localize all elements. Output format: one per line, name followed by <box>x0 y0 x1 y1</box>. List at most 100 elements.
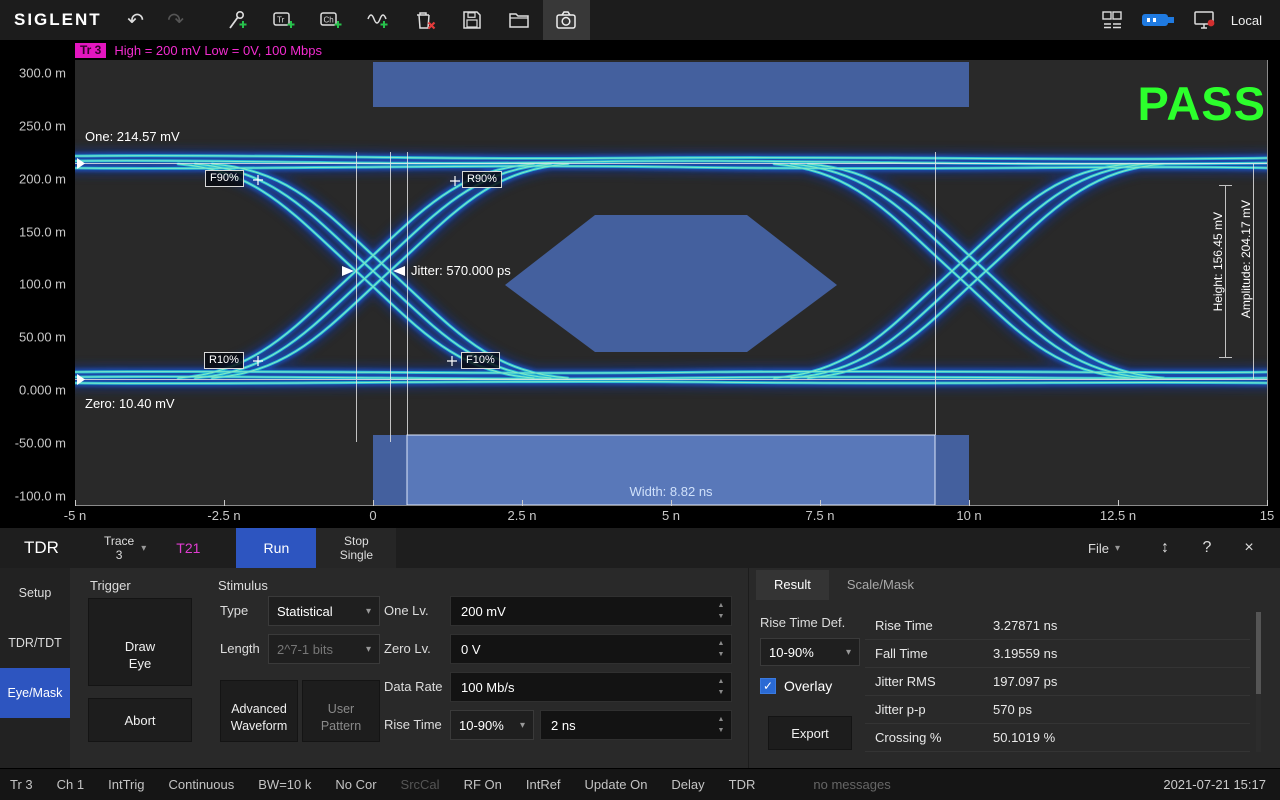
status-mode: TDR <box>729 777 756 792</box>
y-axis-tick: -50.00 m <box>0 436 66 451</box>
chevron-down-icon: ▾ <box>520 720 525 731</box>
close-icon[interactable]: × <box>1228 528 1270 568</box>
display-layout-icon[interactable] <box>1089 0 1135 40</box>
results-scrollbar[interactable] <box>1256 612 1261 752</box>
svg-text:Tr: Tr <box>277 16 285 25</box>
status-message: no messages <box>813 777 890 792</box>
chevron-down-icon: ▾ <box>141 543 146 554</box>
status-delay: Delay <box>671 777 704 792</box>
mask-hexagon <box>505 215 837 352</box>
add-trace-icon[interactable]: Tr <box>261 0 308 40</box>
rise-time-def-select[interactable]: 10-90% ▾ <box>450 710 534 740</box>
length-select[interactable]: 2^7-1 bits ▾ <box>268 634 380 664</box>
x-axis-tick: 10 n <box>956 508 981 523</box>
panel-sidebar: Setup TDR/TDT Eye/Mask <box>0 568 70 768</box>
marker-f10[interactable]: F10% <box>461 352 500 369</box>
save-icon[interactable] <box>449 0 496 40</box>
amplitude-label: Amplitude: 204.17 mV <box>1239 200 1253 318</box>
eye-plot-canvas[interactable]: One: 214.57 mV Zero: 10.40 mV Jitter: 57… <box>75 60 1268 506</box>
export-button[interactable]: Export <box>768 716 852 750</box>
local-remote-label[interactable]: Local <box>1231 13 1262 28</box>
mask-top-bar <box>373 62 969 107</box>
result-rise-time-def-select[interactable]: 10-90% ▾ <box>760 638 860 666</box>
status-trace: Tr 3 <box>10 777 33 792</box>
y-axis-tick: -100.0 m <box>0 489 66 504</box>
instrument-window: SIGLENT ↶ ↷ Tr Ch <box>0 0 1280 800</box>
mask-test-pass-badge: PASS <box>1138 76 1267 131</box>
abort-button[interactable]: Abort <box>88 698 192 742</box>
marker-r10[interactable]: R10% <box>204 352 244 369</box>
table-row: Fall Time3.19559 ns <box>865 640 1250 668</box>
one-level-label: One: 214.57 mV <box>85 129 180 144</box>
trace-badge: Tr 3 <box>75 43 106 58</box>
jitter-label: Jitter: 570.000 ps <box>411 263 511 278</box>
stimulus-section-title: Stimulus <box>218 578 268 593</box>
marker-f90[interactable]: F90% <box>205 170 244 187</box>
panel-header-right: File ▾ ↕ ? × <box>1088 528 1280 568</box>
spinner-arrows[interactable]: ▲▼ <box>713 598 729 624</box>
chevron-down-icon: ▾ <box>1115 543 1120 554</box>
user-pattern-button[interactable]: UserPattern <box>302 680 380 742</box>
help-icon[interactable]: ? <box>1186 528 1228 568</box>
zero-level-field[interactable]: 0 V ▲▼ <box>450 634 732 664</box>
trace-selector[interactable]: Trace 3 ▾ <box>104 534 146 562</box>
one-level-field[interactable]: 200 mV ▲▼ <box>450 596 732 626</box>
zero-level-label: Zero: 10.40 mV <box>85 396 175 411</box>
file-menu[interactable]: File ▾ <box>1088 541 1120 556</box>
resize-panel-icon[interactable]: ↕ <box>1144 528 1186 568</box>
chevron-down-icon: ▾ <box>846 647 851 658</box>
rise-time-label: Rise Time <box>384 710 442 740</box>
sidebar-item-setup[interactable]: Setup <box>0 568 70 618</box>
y-axis-tick: 50.00 m <box>0 330 66 345</box>
network-status-icon[interactable] <box>1181 0 1227 40</box>
svg-text:Ch: Ch <box>324 16 334 25</box>
screenshot-icon[interactable] <box>543 0 590 40</box>
zero-level-field-label: Zero Lv. <box>384 634 431 664</box>
spinner-arrows[interactable]: ▲▼ <box>713 636 729 662</box>
result-tabs: Result Scale/Mask <box>756 570 932 600</box>
x-axis-tick: 5 n <box>662 508 680 523</box>
y-axis-tick: 250.0 m <box>0 119 66 134</box>
type-label: Type <box>220 596 248 626</box>
data-rate-field[interactable]: 100 Mb/s ▲▼ <box>450 672 732 702</box>
panel-title: TDR <box>24 538 86 558</box>
sidebar-item-eyemask[interactable]: Eye/Mask <box>0 668 70 718</box>
open-file-icon[interactable] <box>496 0 543 40</box>
advanced-waveform-button[interactable]: AdvancedWaveform <box>220 680 298 742</box>
section-divider <box>748 568 749 768</box>
spinner-arrows[interactable]: ▲▼ <box>713 674 729 700</box>
delete-trace-icon[interactable] <box>402 0 449 40</box>
add-channel-icon[interactable]: Ch <box>308 0 355 40</box>
width-label: Width: 8.82 ns <box>629 484 712 499</box>
panel-header: TDR Trace 3 ▾ T21 Run Stop Single File ▾ <box>0 528 1280 568</box>
overlay-checkbox[interactable]: ✓ <box>760 678 776 694</box>
undo-icon[interactable]: ↶ <box>116 0 156 40</box>
status-bandwidth: BW=10 k <box>258 777 311 792</box>
add-probe-icon[interactable] <box>214 0 261 40</box>
marker-r90[interactable]: R90% <box>462 171 502 188</box>
x-axis-tick: -2.5 n <box>207 508 240 523</box>
run-button[interactable]: Run <box>236 528 316 568</box>
rise-time-field[interactable]: 2 ns ▲▼ <box>540 710 732 740</box>
tab-result[interactable]: Result <box>756 570 829 600</box>
type-select[interactable]: Statistical ▾ <box>268 596 380 626</box>
redo-icon[interactable]: ↷ <box>156 0 196 40</box>
overlay-option[interactable]: ✓ Overlay <box>760 678 832 694</box>
stop-single-button[interactable]: Stop Single <box>316 528 396 568</box>
status-rf: RF On <box>464 777 502 792</box>
usb-device-icon[interactable] <box>1135 0 1181 40</box>
add-math-trace-icon[interactable] <box>355 0 402 40</box>
draw-eye-button[interactable]: DrawEye <box>88 598 192 686</box>
eye-diagram-area: Tr 3 High = 200 mV Low = 0V, 100 Mbps 30… <box>0 40 1280 528</box>
panel-body: Setup TDR/TDT Eye/Mask Trigger DrawEye A… <box>0 568 1280 768</box>
chevron-down-icon: ▾ <box>366 644 371 655</box>
toolbar-icon-group: Tr Ch <box>214 0 590 40</box>
level-edge-markers <box>77 158 85 385</box>
spinner-arrows[interactable]: ▲▼ <box>713 712 729 738</box>
tab-scale-mask[interactable]: Scale/Mask <box>829 570 932 600</box>
sidebar-item-tdrtdt[interactable]: TDR/TDT <box>0 618 70 668</box>
scrollbar-thumb[interactable] <box>1256 612 1261 694</box>
trace-settings-text: High = 200 mV Low = 0V, 100 Mbps <box>114 43 322 58</box>
table-row: Rise Time3.27871 ns <box>865 612 1250 640</box>
trace-name-label: T21 <box>176 540 200 556</box>
